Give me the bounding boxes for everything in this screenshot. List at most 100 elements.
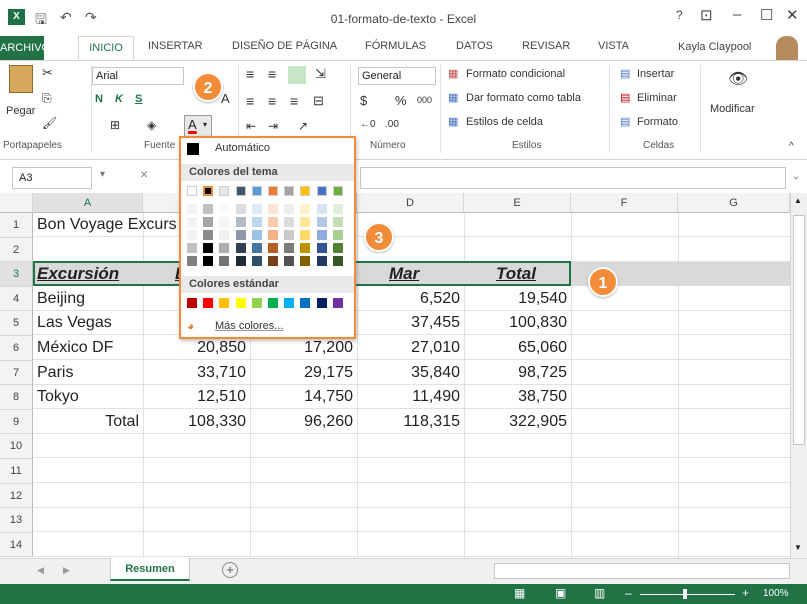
color-swatch[interactable] xyxy=(187,298,197,308)
cell[interactable]: 19,540 xyxy=(464,287,571,311)
color-swatch[interactable] xyxy=(251,204,262,214)
cell[interactable] xyxy=(678,311,790,335)
row-header[interactable]: 11 xyxy=(0,459,33,484)
color-swatch[interactable] xyxy=(316,186,327,196)
color-swatch[interactable] xyxy=(268,243,278,253)
currency-button[interactable]: $ xyxy=(360,93,367,108)
cell[interactable]: 96,260 xyxy=(250,410,357,434)
row-header[interactable]: 5 xyxy=(0,311,33,336)
color-swatch[interactable] xyxy=(316,230,327,240)
cell[interactable] xyxy=(678,385,790,409)
help-button[interactable]: ? xyxy=(676,8,683,22)
color-swatch[interactable] xyxy=(332,204,343,214)
color-swatch[interactable] xyxy=(284,243,295,253)
orientation-icon[interactable]: ↗ xyxy=(298,119,308,133)
cell[interactable]: Bon Voyage Excurs xyxy=(33,213,177,237)
cell[interactable] xyxy=(678,508,790,532)
align-right-icon[interactable]: ≡ xyxy=(290,93,298,109)
cell[interactable]: 65,060 xyxy=(464,336,571,360)
scroll-thumb[interactable] xyxy=(793,215,805,445)
cell[interactable] xyxy=(143,508,250,532)
cell[interactable] xyxy=(678,238,790,262)
cell[interactable]: 35,840 xyxy=(357,361,464,385)
user-name[interactable]: Kayla Claypool xyxy=(678,41,751,53)
prev-sheet-icon[interactable]: ◀ xyxy=(37,565,44,576)
tab-insert[interactable]: INSERTAR xyxy=(148,40,203,52)
color-swatch[interactable] xyxy=(187,243,197,253)
color-swatch[interactable] xyxy=(219,204,230,214)
color-swatch[interactable] xyxy=(332,256,343,266)
color-swatch[interactable] xyxy=(268,230,278,240)
col-header-a[interactable]: A xyxy=(33,193,143,213)
tab-file[interactable]: ARCHIVO xyxy=(0,36,50,60)
cell[interactable]: 20,850 xyxy=(143,336,250,360)
cell[interactable]: 322,905 xyxy=(464,410,571,434)
cell[interactable] xyxy=(678,336,790,360)
color-swatch[interactable] xyxy=(235,243,246,253)
color-swatch[interactable] xyxy=(251,217,262,227)
tab-formulas[interactable]: FÓRMULAS xyxy=(365,40,426,52)
color-swatch[interactable] xyxy=(187,217,197,227)
color-swatch[interactable] xyxy=(300,298,311,308)
color-swatch[interactable] xyxy=(284,230,295,240)
cell[interactable]: 27,010 xyxy=(357,336,464,360)
color-swatch[interactable] xyxy=(332,186,343,196)
cell[interactable]: Las Vegas xyxy=(33,311,143,335)
cell[interactable]: 108,330 xyxy=(143,410,250,434)
cell[interactable] xyxy=(571,213,678,237)
color-swatch[interactable] xyxy=(219,217,230,227)
color-swatch[interactable] xyxy=(203,204,214,214)
color-swatch[interactable] xyxy=(332,298,343,308)
more-colors-option[interactable]: Más colores... xyxy=(215,320,283,332)
color-swatch[interactable] xyxy=(268,186,278,196)
color-swatch[interactable] xyxy=(203,298,214,308)
color-swatch[interactable] xyxy=(187,186,197,196)
formula-input[interactable] xyxy=(360,167,786,189)
spreadsheet-grid[interactable]: A B C D E F G 1Bon Voyage Excurs23Excurs… xyxy=(0,193,790,558)
zoom-slider[interactable] xyxy=(640,594,735,595)
row-header[interactable]: 12 xyxy=(0,483,33,509)
cell[interactable] xyxy=(678,533,790,557)
cell[interactable] xyxy=(571,508,678,532)
color-swatch[interactable] xyxy=(219,186,230,196)
row-header[interactable]: 8 xyxy=(0,385,33,410)
color-swatch[interactable] xyxy=(187,204,197,214)
color-swatch[interactable] xyxy=(284,217,295,227)
paste-button[interactable]: Pegar xyxy=(6,105,35,117)
bold-button[interactable]: N xyxy=(95,93,103,105)
cell[interactable] xyxy=(357,459,464,483)
cell[interactable] xyxy=(571,434,678,458)
cell[interactable] xyxy=(571,459,678,483)
borders-icon[interactable]: ⊞ xyxy=(110,118,120,132)
color-swatch[interactable] xyxy=(203,243,214,253)
cell[interactable]: 100,830 xyxy=(464,311,571,335)
cell[interactable]: 11,490 xyxy=(357,385,464,409)
row-header[interactable]: 4 xyxy=(0,286,33,312)
shrink-font-icon[interactable]: A xyxy=(221,91,230,106)
format-painter-icon[interactable]: 🖌 xyxy=(42,116,57,130)
minimize-button[interactable]: – xyxy=(733,6,741,23)
color-swatch[interactable] xyxy=(316,298,327,308)
color-swatch[interactable] xyxy=(219,256,230,266)
increase-decimal-icon[interactable]: ←0 xyxy=(360,119,376,130)
cell[interactable]: 118,315 xyxy=(357,410,464,434)
color-swatch[interactable] xyxy=(300,204,311,214)
color-swatch[interactable] xyxy=(332,243,343,253)
color-swatch[interactable] xyxy=(219,243,230,253)
tab-data[interactable]: DATOS xyxy=(456,40,493,52)
tab-view[interactable]: VISTA xyxy=(598,40,629,52)
color-swatch[interactable] xyxy=(268,256,278,266)
color-swatch[interactable] xyxy=(300,186,311,196)
color-swatch[interactable] xyxy=(332,230,343,240)
collapse-ribbon-icon[interactable]: ^ xyxy=(789,141,794,152)
cell[interactable]: 6,520 xyxy=(357,287,464,311)
next-sheet-icon[interactable]: ▶ xyxy=(63,565,70,576)
percent-button[interactable]: % xyxy=(395,93,407,108)
cell[interactable] xyxy=(357,533,464,557)
cell[interactable] xyxy=(571,311,678,335)
cell[interactable] xyxy=(571,287,678,311)
color-swatch[interactable] xyxy=(300,217,311,227)
color-swatch[interactable] xyxy=(268,298,278,308)
expand-formula-icon[interactable]: ⌄ xyxy=(792,171,800,182)
cell[interactable] xyxy=(678,484,790,508)
